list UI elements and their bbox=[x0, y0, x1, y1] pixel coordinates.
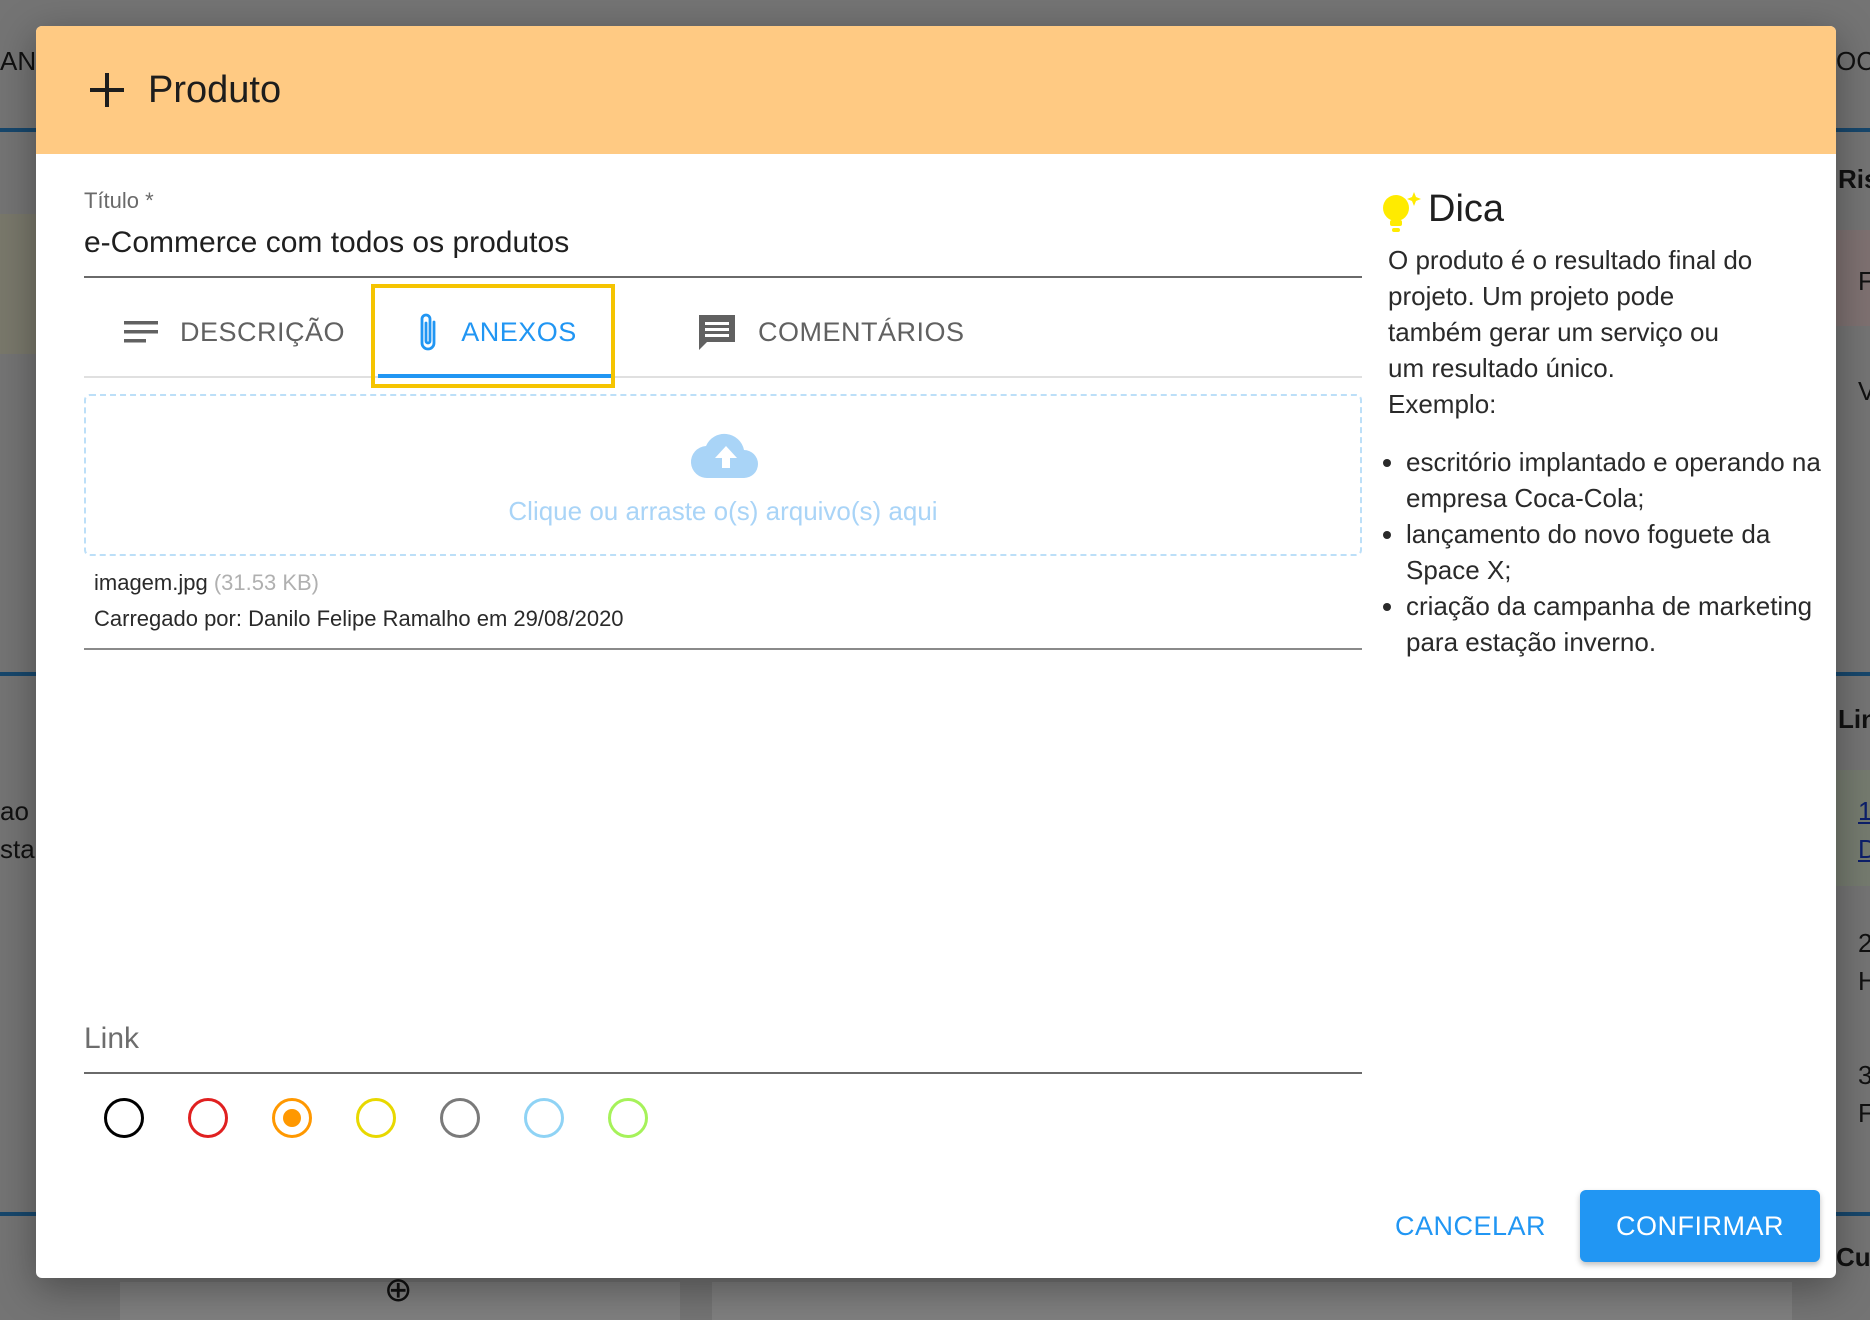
comment-icon bbox=[696, 312, 738, 352]
confirm-button[interactable]: CONFIRMAR bbox=[1580, 1190, 1820, 1262]
dialog-actions: CANCELAR CONFIRMAR bbox=[1395, 1190, 1820, 1262]
color-option[interactable] bbox=[608, 1098, 648, 1138]
link-input[interactable]: Link bbox=[84, 1022, 139, 1056]
tab-descricao[interactable]: DESCRIÇÃO bbox=[122, 288, 345, 376]
file-dropzone[interactable]: Clique ou arraste o(s) arquivo(s) aqui bbox=[84, 394, 1362, 556]
tab-bar: DESCRIÇÃO ANEXOS COMENTÁRIOS bbox=[84, 288, 1362, 378]
color-option[interactable] bbox=[524, 1098, 564, 1138]
notes-icon bbox=[122, 317, 160, 347]
tip-body: O produto é o resultado final do projeto… bbox=[1388, 242, 1808, 422]
color-option[interactable] bbox=[188, 1098, 228, 1138]
tip-title: Dica bbox=[1428, 188, 1505, 230]
attachment-size: (31.53 KB) bbox=[213, 570, 320, 595]
tip-line: O produto é o resultado final do bbox=[1388, 245, 1753, 275]
lightbulb-icon bbox=[1380, 190, 1424, 241]
color-option[interactable] bbox=[356, 1098, 396, 1138]
tab-comentarios[interactable]: COMENTÁRIOS bbox=[696, 288, 965, 376]
cloud-upload-icon bbox=[690, 432, 762, 485]
link-input-underline bbox=[84, 1072, 1362, 1074]
product-dialog: Produto Título * e-Commerce com todos os… bbox=[36, 26, 1836, 1278]
title-input[interactable]: e-Commerce com todos os produtos bbox=[84, 226, 569, 260]
dialog-title: Produto bbox=[148, 68, 282, 111]
attachment-divider bbox=[84, 648, 1362, 650]
title-input-underline bbox=[84, 276, 1362, 278]
title-field-label: Título * bbox=[84, 188, 154, 213]
tip-line: também gerar um serviço ou bbox=[1388, 317, 1719, 347]
color-option[interactable] bbox=[272, 1098, 312, 1138]
tip-line: Exemplo: bbox=[1388, 389, 1497, 419]
highlight-box bbox=[371, 284, 615, 388]
color-option[interactable] bbox=[104, 1098, 144, 1138]
cancel-button[interactable]: CANCELAR bbox=[1395, 1211, 1546, 1242]
tip-example-item: lançamento do novo foguete da Space X; bbox=[1406, 516, 1826, 588]
attachment-name[interactable]: imagem.jpg bbox=[94, 570, 208, 595]
selected-dot bbox=[283, 1109, 301, 1127]
dropzone-text: Clique ou arraste o(s) arquivo(s) aqui bbox=[508, 496, 938, 526]
attachment-item[interactable]: imagem.jpg (31.53 KB) bbox=[94, 570, 319, 596]
plus-icon bbox=[90, 73, 124, 107]
tip-line: um resultado único. bbox=[1388, 353, 1615, 383]
tip-examples: escritório implantado e operando na empr… bbox=[1380, 444, 1826, 660]
tab-label: COMENTÁRIOS bbox=[758, 316, 965, 347]
dialog-header: Produto bbox=[36, 26, 1836, 154]
attachment-uploader: Carregado por: Danilo Felipe Ramalho em … bbox=[94, 606, 624, 631]
tab-label: DESCRIÇÃO bbox=[180, 316, 346, 347]
tip-line: projeto. Um projeto pode bbox=[1388, 281, 1675, 311]
color-option[interactable] bbox=[440, 1098, 480, 1138]
tip-example-item: criação da campanha de marketing para es… bbox=[1406, 588, 1826, 660]
tip-example-item: escritório implantado e operando na empr… bbox=[1406, 444, 1826, 516]
